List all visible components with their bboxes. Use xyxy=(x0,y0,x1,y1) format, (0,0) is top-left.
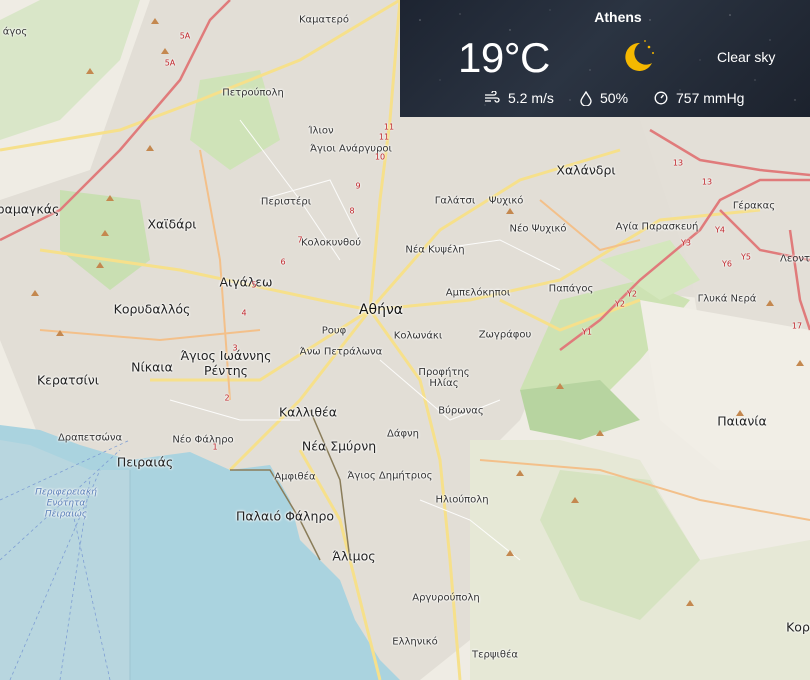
place-label: Ελληνικό xyxy=(392,636,438,648)
place-label: Ηλιούπολη xyxy=(435,494,489,506)
place-label: Άνω Πετράλωνα xyxy=(299,346,383,358)
temperature: 19°C xyxy=(458,34,550,81)
route-label: 5A xyxy=(179,31,191,41)
humidity-drop-icon xyxy=(580,90,592,106)
place-label: Χαλάνδρι xyxy=(556,162,616,178)
place-label: Κορ xyxy=(786,619,810,635)
route-label: Y4 xyxy=(715,225,725,235)
place-label: Νέα Σμύρνη xyxy=(301,438,377,454)
pressure-stat: 757 mmHg xyxy=(654,90,744,106)
place-label: Αθήνα xyxy=(358,302,404,318)
place-label: Βύρωνας xyxy=(438,405,484,417)
place-label: Παιανία xyxy=(717,413,767,429)
place-label: Νίκαια xyxy=(131,359,173,375)
route-label: 11 xyxy=(383,122,395,132)
city-name: Athens xyxy=(594,9,642,25)
route-label: 5 xyxy=(251,280,257,290)
route-label: 6 xyxy=(280,257,286,267)
moon-clear-night-icon xyxy=(625,40,654,71)
place-label: Λεοντ xyxy=(780,253,810,265)
place-label: Άλιμος xyxy=(332,548,376,564)
route-label: Y2 xyxy=(627,289,637,299)
place-label: Πετρούπολη xyxy=(222,87,284,99)
place-label: Κολωνάκι xyxy=(393,330,443,342)
route-label: Y1 xyxy=(582,327,592,337)
route-label: 2 xyxy=(224,393,230,403)
place-label: Αμπελόκηποι xyxy=(445,287,511,299)
humidity-value: 50% xyxy=(600,90,629,106)
place-label: Κολοκυνθού xyxy=(301,237,361,249)
route-label: 3 xyxy=(232,343,238,353)
route-label: 1 xyxy=(212,442,218,452)
route-label: Y2 xyxy=(615,299,625,309)
place-label: Καλλιθέα xyxy=(278,404,338,420)
place-label: Παλαιό Φάληρο xyxy=(235,508,335,524)
pressure-value: 757 mmHg xyxy=(676,90,745,106)
place-label: Νέο Ψυχικό xyxy=(509,223,567,235)
place-label: άγος xyxy=(2,26,28,38)
place-label: Ζωγράφου xyxy=(478,329,532,341)
place-label: Νέα Κυψέλη xyxy=(405,244,465,256)
place-label: Ίλιον xyxy=(308,125,334,137)
place-label: Άγιος Ιωάννης Ρέντης xyxy=(180,348,272,378)
route-label: 5A xyxy=(164,58,176,68)
place-label: Αμφιθέα xyxy=(274,471,316,483)
wind-value: 5.2 m/s xyxy=(508,90,554,106)
route-label: 8 xyxy=(349,206,355,216)
route-label: 10 xyxy=(374,152,386,162)
place-label: Ρουφ xyxy=(321,325,347,337)
place-label: Καματερό xyxy=(299,14,349,26)
condition-text: Clear sky xyxy=(717,49,776,65)
place-label: Περιστέρι xyxy=(260,196,312,208)
place-label: Άγιος Δημήτριος xyxy=(347,470,433,482)
route-label: Y5 xyxy=(741,252,751,262)
place-label: Ψυχικό xyxy=(488,195,524,207)
place-label: Αιγάλεω xyxy=(219,274,273,290)
route-label: 9 xyxy=(355,181,361,191)
route-label: 7 xyxy=(297,235,303,245)
route-label: 11 xyxy=(378,132,390,142)
weather-widget: Athens 19°C Clear sky 5.2 m/s 50% 757 mm… xyxy=(400,0,810,117)
place-label: Δραπετσώνα xyxy=(57,432,123,444)
place-label: Τερψιθέα xyxy=(472,649,518,661)
place-label: Γέρακας xyxy=(732,200,776,212)
place-label: Αργυρούπολη xyxy=(412,592,480,604)
place-label: Νέο Φάληρο xyxy=(172,434,234,446)
region-label: Περιφερειακή Ενότητα Πειραιώς xyxy=(35,487,97,520)
place-label: Γλυκά Νερά xyxy=(697,293,757,305)
place-label: Προφήτης Ηλίας xyxy=(418,367,470,389)
wind-stat: 5.2 m/s xyxy=(484,90,554,106)
place-label: Δάφνη xyxy=(387,428,419,440)
route-label: 13 xyxy=(701,177,713,187)
place-label: Κερατσίνι xyxy=(36,372,100,388)
pressure-gauge-icon xyxy=(654,91,668,105)
place-label: ραμαγκάς xyxy=(0,201,60,217)
wind-icon xyxy=(485,91,500,103)
humidity-stat: 50% xyxy=(580,90,628,106)
place-label: Γαλάτσι xyxy=(434,195,476,207)
route-label: Y3 xyxy=(681,238,691,248)
route-label: 13 xyxy=(672,158,684,168)
route-label: Y6 xyxy=(722,259,732,269)
place-label: Αγία Παρασκευή xyxy=(615,221,699,233)
route-label: 17 xyxy=(791,321,803,331)
place-label: Κορυδαλλός xyxy=(113,301,191,317)
route-label: 4 xyxy=(241,308,247,318)
place-label: Πειραιάς xyxy=(116,454,174,470)
place-label: Παπάγος xyxy=(548,283,594,295)
place-label: Χαϊδάρι xyxy=(147,216,197,232)
